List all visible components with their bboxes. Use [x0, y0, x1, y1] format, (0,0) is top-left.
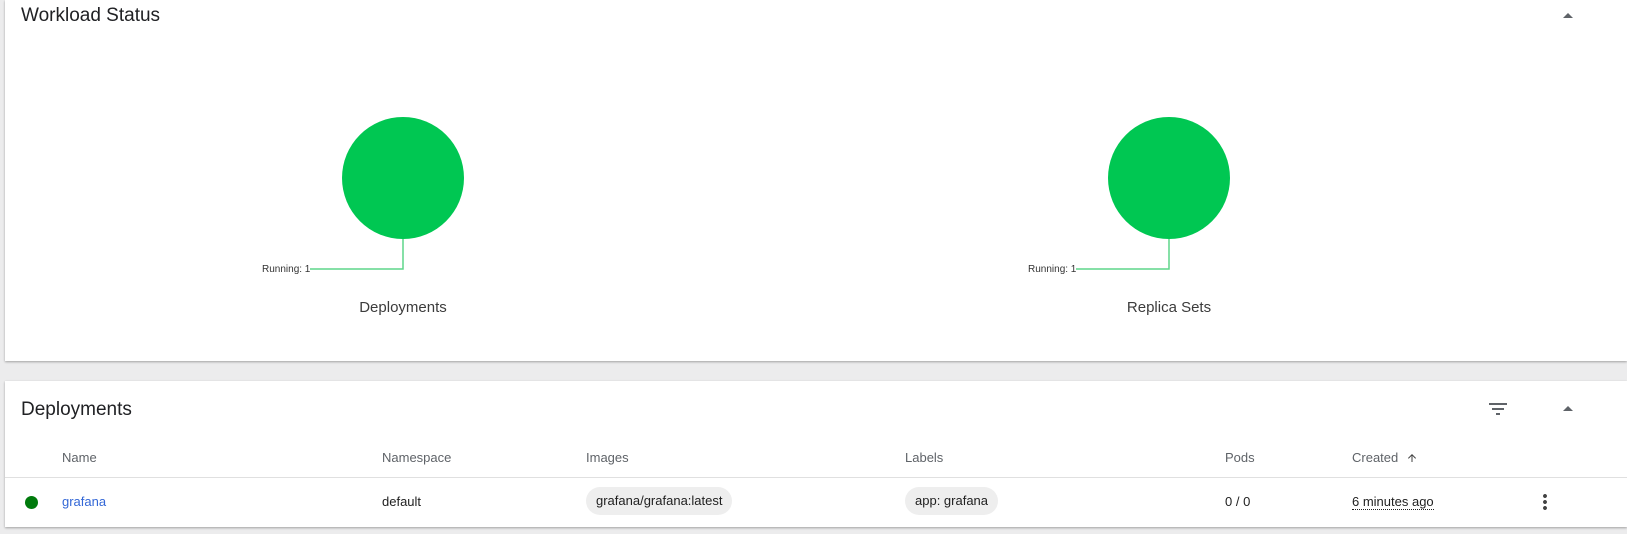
- deployments-card: Deployments Name Namespace Images Labels…: [5, 381, 1627, 527]
- workload-status-card: Workload Status Running: 1 Deployments R…: [5, 0, 1627, 361]
- replica-sets-pie-callout-line: [1076, 239, 1170, 270]
- deployment-namespace: default: [382, 494, 422, 509]
- deployments-pie-callout-line: [310, 239, 404, 270]
- label-chip: app: grafana: [905, 487, 999, 515]
- column-header-images: Images: [586, 450, 629, 465]
- image-chip: grafana/grafana:latest: [586, 487, 733, 515]
- deployments-chart-caption: Deployments: [359, 299, 447, 316]
- replica-sets-chart-caption: Replica Sets: [1126, 299, 1212, 316]
- replica-sets-pie-running: [1108, 117, 1230, 239]
- column-header-name[interactable]: Name: [62, 450, 97, 465]
- column-header-labels: Labels: [905, 450, 944, 465]
- deployment-name-link[interactable]: grafana: [62, 494, 106, 509]
- chevron-up-icon[interactable]: [1556, 397, 1580, 421]
- deployment-created: 6 minutes ago: [1352, 494, 1434, 510]
- more-vert-icon[interactable]: [1533, 490, 1557, 514]
- column-header-pods: Pods: [1225, 450, 1255, 465]
- deployments-pie-running: [342, 117, 464, 239]
- deployments-running-label: Running: 1: [262, 264, 311, 275]
- arrow-upward-icon[interactable]: [1406, 452, 1418, 464]
- table-row: grafana default grafana/grafana:latest a…: [5, 478, 1627, 527]
- workload-charts: [310, 117, 1230, 270]
- column-header-namespace[interactable]: Namespace: [382, 450, 451, 465]
- table-header: Name Namespace Images Labels Pods Create…: [5, 441, 1627, 478]
- deployments-title: Deployments: [21, 399, 132, 420]
- status-running-icon: [25, 496, 38, 509]
- column-header-created[interactable]: Created: [1352, 450, 1418, 465]
- replica-sets-running-label: Running: 1: [1028, 264, 1077, 275]
- filter-list-icon[interactable]: [1486, 397, 1510, 421]
- column-header-created-label: Created: [1352, 450, 1399, 465]
- deployment-pods: 0 / 0: [1225, 494, 1251, 509]
